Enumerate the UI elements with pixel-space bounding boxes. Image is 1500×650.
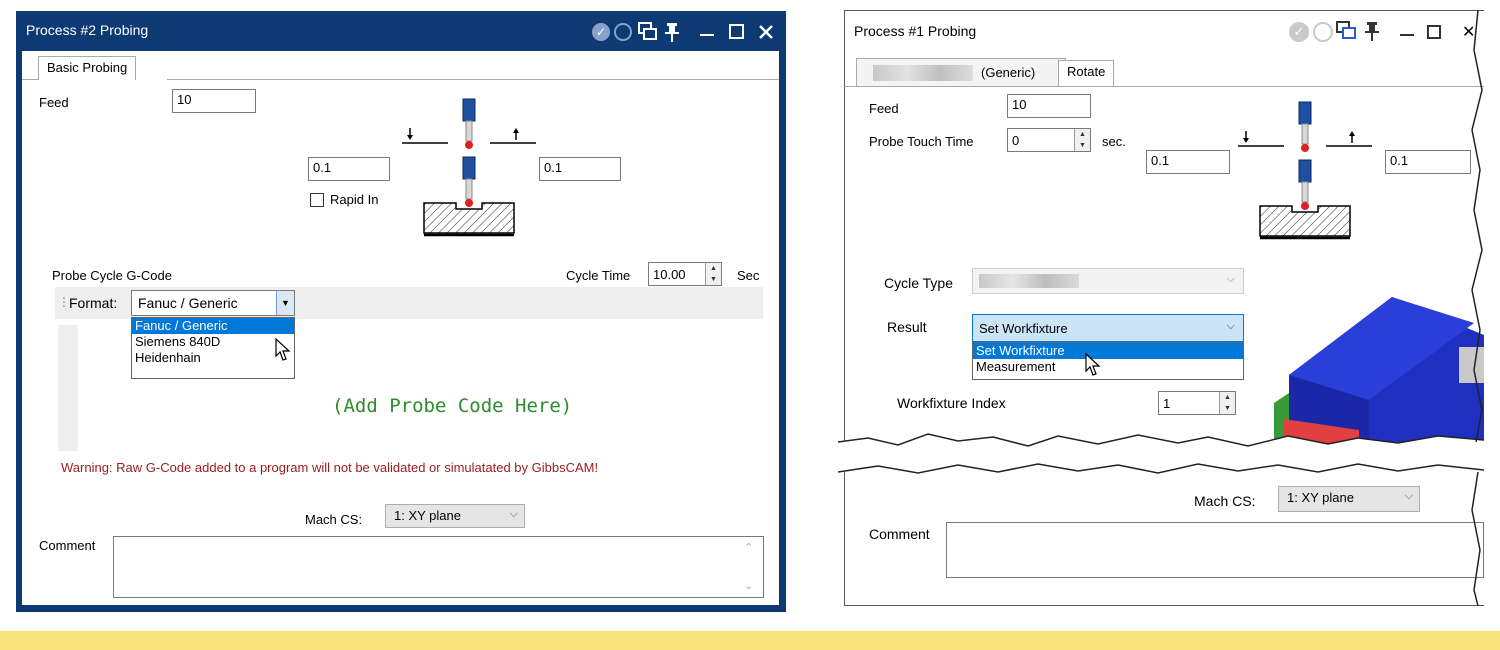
window-client: Basic Probing Feed 10 0.1 0.1 Rapid In P…: [22, 51, 779, 605]
tab-generic-label: (Generic): [981, 65, 1036, 80]
format-select[interactable]: Fanuc / Generic ▼: [131, 290, 295, 316]
window-title: Process #2 Probing: [26, 22, 149, 38]
check-icon[interactable]: ✓: [592, 23, 610, 41]
code-placeholder: (Add Probe Code Here): [332, 395, 573, 417]
left-offset-input[interactable]: 0.1: [308, 157, 390, 181]
tab-rotate[interactable]: Rotate: [1058, 60, 1115, 86]
tab-divider: [844, 86, 1484, 87]
comment-label: Comment: [39, 538, 96, 553]
redacted-text: [873, 65, 973, 81]
chevron-down-icon: ⌵: [1404, 490, 1413, 502]
mach-cs-value: 1: XY plane: [394, 508, 461, 523]
part-model-preview: [1274, 297, 1484, 445]
cycle-time-label: Cycle Time: [566, 268, 631, 283]
highlight-banner: [0, 631, 1500, 650]
result-select[interactable]: Set Workfixture ⌵: [972, 314, 1244, 342]
warning-text: Warning: Raw G-Code added to a program w…: [61, 460, 599, 475]
cycle-type-label: Cycle Type: [884, 275, 953, 291]
code-gutter: [58, 325, 78, 451]
rapid-in-label: Rapid In: [330, 192, 379, 207]
probe-touch-time-label: Probe Touch Time: [869, 134, 974, 149]
check-icon[interactable]: ✓: [1289, 22, 1309, 42]
workfixture-index-value: 1: [1163, 396, 1171, 411]
mach-cs-select[interactable]: 1: XY plane ⌵: [1278, 486, 1420, 512]
mach-cs-label: Mach CS:: [305, 512, 363, 527]
refresh-icon[interactable]: [614, 23, 632, 41]
right-offset-input[interactable]: 0.1: [539, 157, 621, 181]
redacted-text: [979, 274, 1079, 288]
probe-touch-time-stepper[interactable]: 0 ▲ ▼: [1007, 128, 1091, 152]
minimize-icon[interactable]: [700, 34, 714, 36]
refresh-icon[interactable]: [1313, 22, 1333, 42]
tab-divider: [167, 79, 779, 80]
format-dropdown-list[interactable]: Fanuc / Generic Siemens 840D Heidenhain: [131, 317, 295, 379]
probe-touch-time-value: 0: [1012, 133, 1020, 148]
scroll-down-icon[interactable]: ⌄: [744, 579, 753, 592]
minimize-icon[interactable]: [1400, 34, 1414, 36]
process-1-probing-window: Process #1 Probing ✓ ✕ (Generic) Rotate …: [838, 10, 1484, 606]
workfixture-index-label: Workfixture Index: [897, 395, 1006, 411]
maximize-icon[interactable]: [1427, 25, 1441, 39]
probe-cycle-gcode-label: Probe Cycle G-Code: [52, 268, 172, 283]
left-offset-input[interactable]: 0.1: [1146, 150, 1230, 174]
spin-arrows-icon[interactable]: ▲ ▼: [705, 263, 721, 285]
pin-icon[interactable]: [664, 21, 680, 43]
close-icon[interactable]: [758, 24, 774, 40]
feed-input[interactable]: 10: [172, 89, 256, 113]
right-offset-input[interactable]: 0.1: [1385, 150, 1471, 174]
tab-generic[interactable]: (Generic): [856, 58, 1066, 86]
tab-divider: [22, 79, 38, 80]
windows-icon[interactable]: [638, 22, 658, 42]
format-option[interactable]: Siemens 840D: [132, 334, 294, 350]
mouse-cursor-icon: [275, 337, 291, 361]
title-bar[interactable]: Process #2 Probing ✓: [16, 11, 786, 51]
rapid-in-checkbox[interactable]: [310, 193, 324, 207]
probe-diagram: [1238, 101, 1372, 240]
probe-touch-time-unit: sec.: [1102, 134, 1126, 149]
mach-cs-value: 1: XY plane: [1287, 490, 1354, 505]
windows-icon[interactable]: [1336, 21, 1358, 41]
cycle-type-select[interactable]: ⌵: [972, 268, 1244, 294]
tab-basic-probing[interactable]: Basic Probing: [38, 56, 137, 80]
workfixture-index-stepper[interactable]: 1 ▲ ▼: [1158, 391, 1236, 415]
result-option[interactable]: Measurement: [973, 359, 1243, 375]
feed-label: Feed: [39, 95, 69, 110]
cycle-time-unit: Sec: [737, 268, 760, 283]
chevron-down-icon: ⌵: [509, 508, 518, 520]
chevron-down-icon: ⌵: [1226, 273, 1235, 285]
format-selected-value: Fanuc / Generic: [138, 295, 238, 311]
mouse-cursor-icon: [1085, 352, 1101, 376]
result-label: Result: [887, 319, 927, 335]
comment-textarea[interactable]: [113, 536, 764, 598]
pin-icon[interactable]: [1364, 20, 1380, 42]
mach-cs-label: Mach CS:: [1194, 493, 1256, 509]
maximize-icon[interactable]: [729, 24, 744, 39]
window-title: Process #1 Probing: [854, 23, 977, 39]
cycle-time-value: 10.00: [653, 267, 686, 282]
mach-cs-select[interactable]: 1: XY plane ⌵: [385, 504, 525, 528]
close-icon[interactable]: ✕: [1462, 22, 1475, 42]
format-option[interactable]: Heidenhain: [132, 350, 294, 366]
probe-diagram: [402, 98, 536, 237]
chevron-down-icon: ⌵: [1226, 320, 1235, 332]
cycle-time-stepper[interactable]: 10.00 ▲ ▼: [648, 262, 722, 286]
feed-label: Feed: [869, 101, 899, 116]
spin-arrows-icon[interactable]: ▲ ▼: [1074, 129, 1090, 151]
spin-arrows-icon[interactable]: ▲ ▼: [1219, 392, 1235, 414]
result-selected-value: Set Workfixture: [979, 321, 1068, 336]
format-option[interactable]: Fanuc / Generic: [132, 318, 294, 334]
scroll-up-icon[interactable]: ⌃: [744, 541, 753, 554]
comment-textarea[interactable]: [946, 522, 1484, 578]
chevron-down-icon[interactable]: ▼: [276, 291, 294, 315]
result-dropdown-list[interactable]: Set Workfixture Measurement: [972, 342, 1244, 380]
comment-label: Comment: [869, 526, 930, 542]
format-label: Format:: [69, 295, 118, 311]
process-2-probing-window: Process #2 Probing ✓ Basic Probing Feed …: [16, 11, 786, 612]
feed-input[interactable]: 10: [1007, 94, 1091, 118]
result-option[interactable]: Set Workfixture: [973, 343, 1243, 359]
